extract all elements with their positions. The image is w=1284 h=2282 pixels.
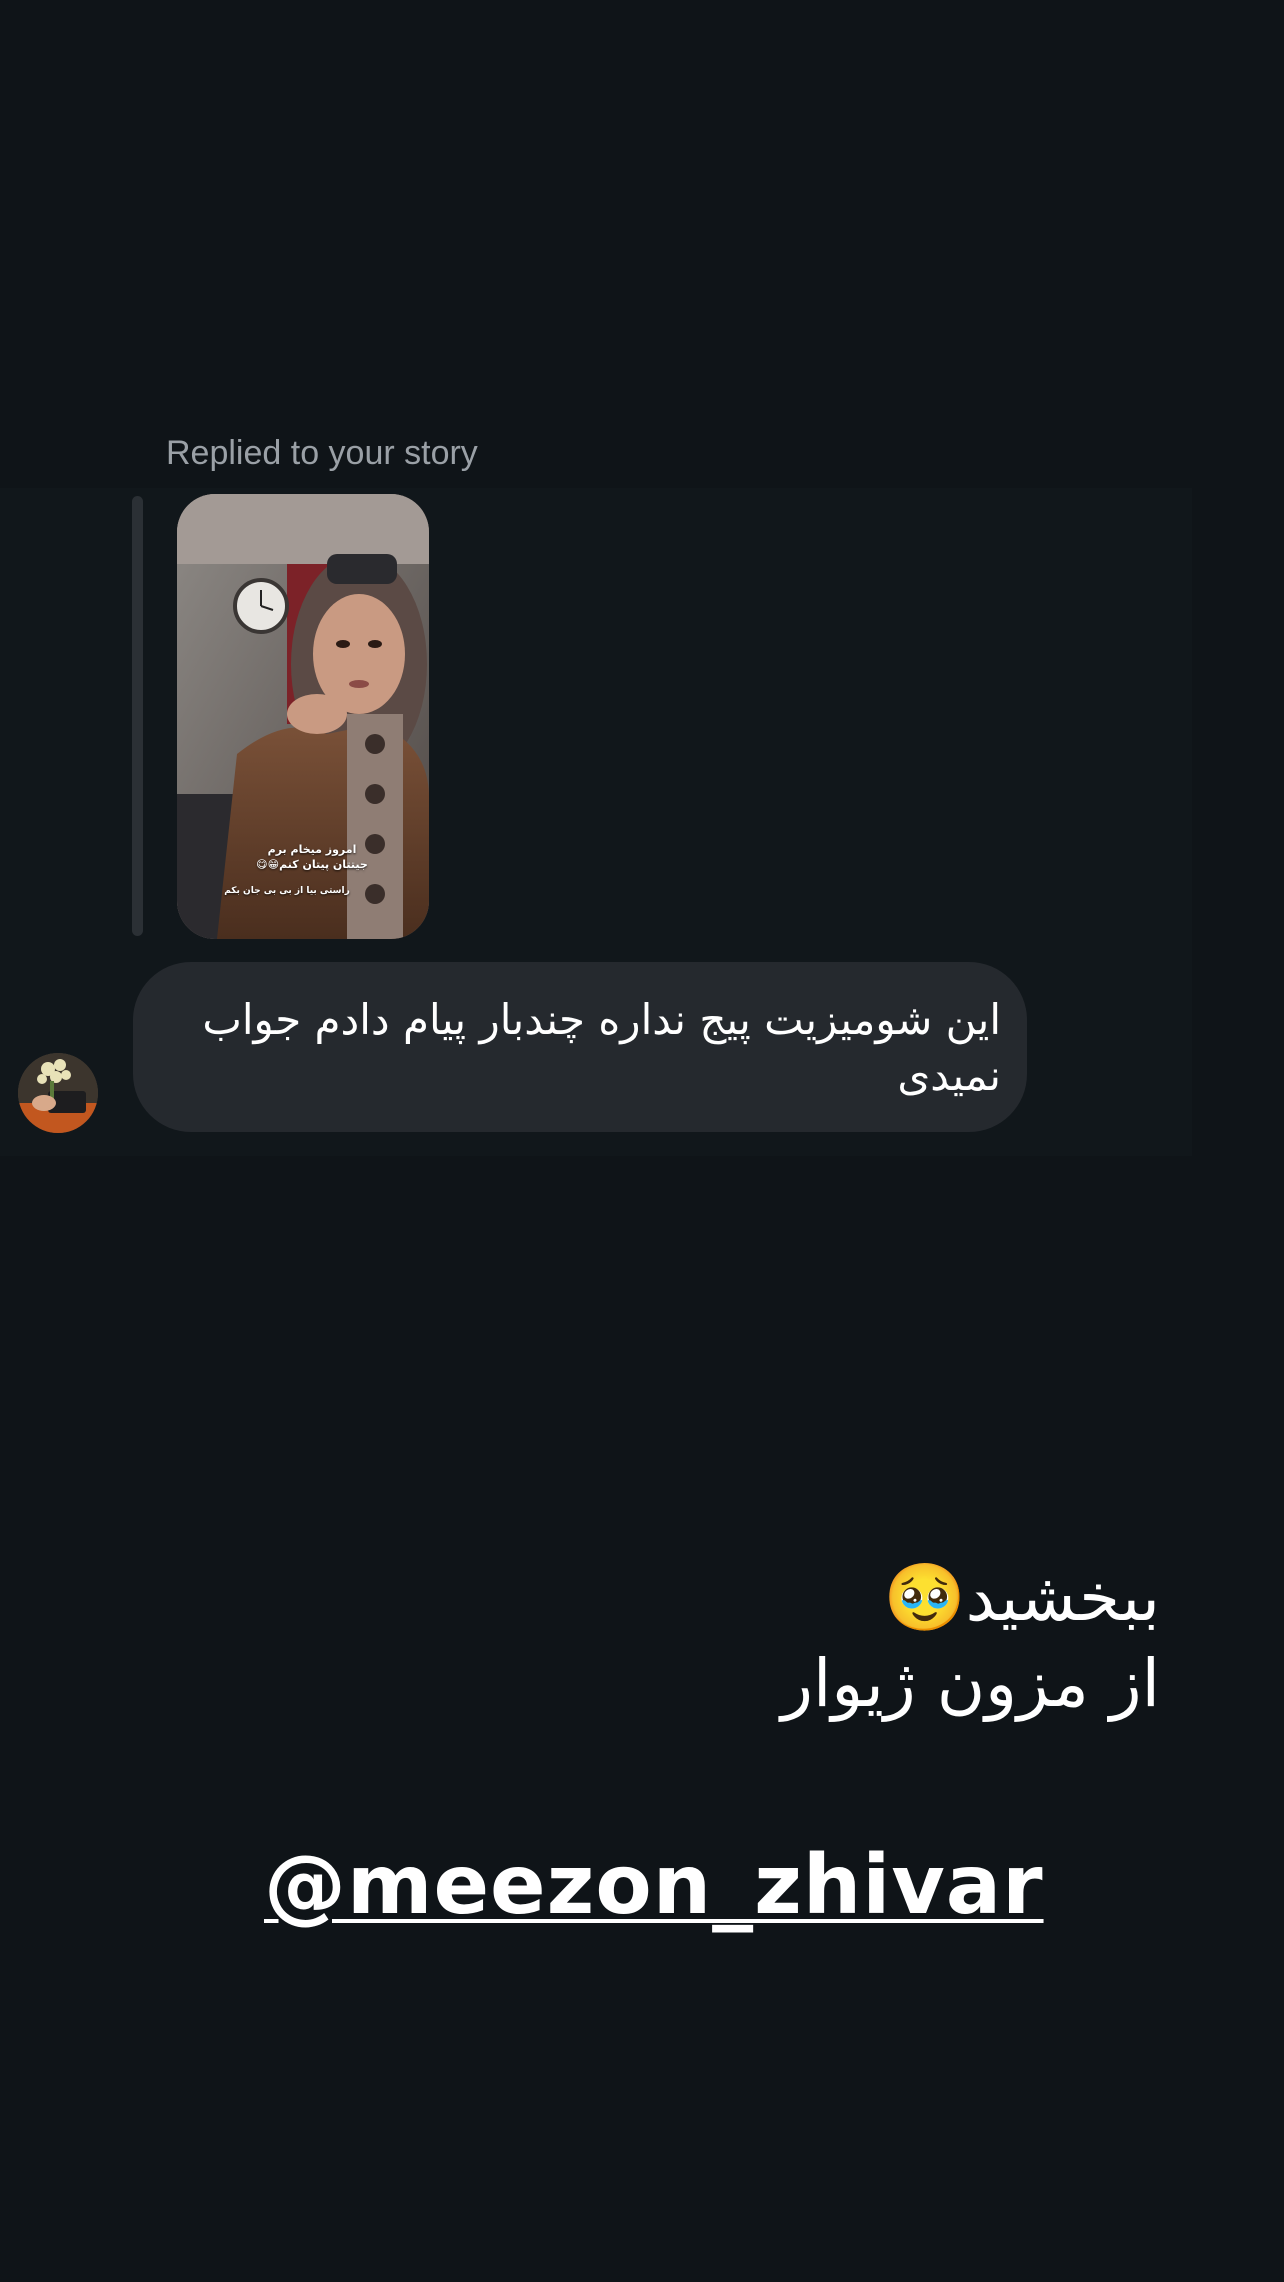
apology-line-2: از مزون ژیوار	[781, 1645, 1160, 1722]
story-thumbnail[interactable]: امروز میخام برم جیتتان پیتان کنم😁😋 راستی…	[177, 494, 429, 939]
message-bubble[interactable]: این شومیزیت پیج نداره چندبار پیام دادم ج…	[133, 962, 1027, 1132]
message-text: این شومیزیت پیج نداره چندبار پیام دادم ج…	[202, 995, 1001, 1100]
mention-handle-link[interactable]: @meezon_zhivar	[264, 1836, 1043, 1936]
screen: Replied to your story امروز میخام برم جی…	[0, 0, 1284, 2282]
story-photo	[177, 494, 429, 939]
sender-avatar[interactable]	[18, 1053, 98, 1133]
story-caption-small: راستی بیا از بی بی جان بکم	[224, 886, 350, 896]
apology-line-1: ببخشید🥹	[883, 1559, 1160, 1636]
replied-to-story-label: Replied to your story	[166, 434, 478, 472]
story-caption-text: امروز میخام برم جیتتان پیتان کنم😁😋	[256, 843, 368, 871]
quote-bar	[132, 496, 143, 936]
avatar-image	[18, 1053, 98, 1133]
apology-caption: ببخشید🥹 از مزون ژیوار	[700, 1555, 1160, 1727]
